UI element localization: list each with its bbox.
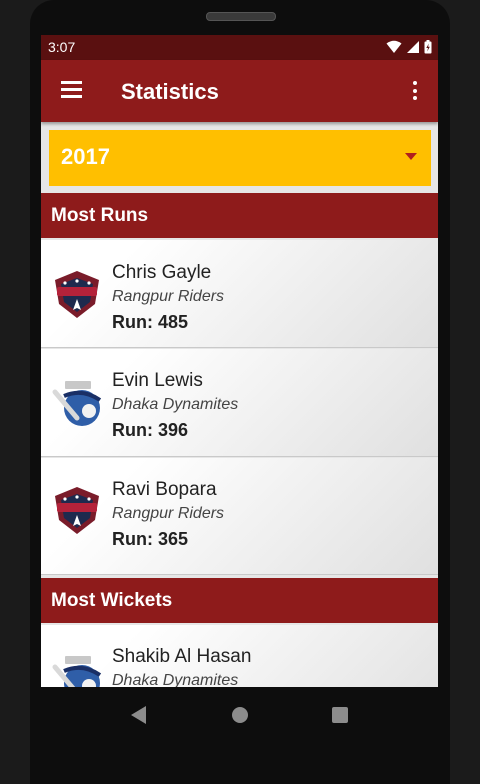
rangpur-riders-logo <box>55 271 99 318</box>
status-time: 3:07 <box>48 39 76 55</box>
back-icon[interactable] <box>131 706 146 724</box>
page-title: Statistics <box>121 79 219 104</box>
year-dropdown[interactable]: 2017 <box>49 130 431 186</box>
player-name: Evin Lewis <box>112 370 203 391</box>
stat-value: Run: 485 <box>112 312 189 332</box>
year-value: 2017 <box>61 144 110 169</box>
dropdown-caret-icon <box>405 153 417 160</box>
section-header-most-runs: Most Runs <box>41 193 438 238</box>
team-name: Dhaka Dynamites <box>112 672 239 687</box>
recents-icon[interactable] <box>332 707 348 723</box>
dhaka-dynamites-logo <box>52 656 102 687</box>
player-name: Ravi Bopara <box>112 479 217 500</box>
home-icon[interactable] <box>232 707 248 723</box>
status-icons <box>386 40 432 54</box>
stat-value: Run: 365 <box>112 529 189 549</box>
list-item[interactable]: Shakib Al Hasan Dhaka Dynamites <box>41 625 438 687</box>
battery-icon <box>424 40 432 54</box>
section-title: Most Wickets <box>51 590 173 611</box>
section-title: Most Runs <box>51 205 149 226</box>
wifi-icon <box>386 40 402 53</box>
team-name: Rangpur Riders <box>112 505 225 522</box>
signal-icon <box>407 41 419 53</box>
list-item[interactable]: Ravi Bopara Rangpur Riders Run: 365 <box>41 458 438 575</box>
dhaka-dynamites-logo <box>52 381 102 426</box>
stat-value: Run: 396 <box>112 420 189 440</box>
list-item[interactable]: Chris Gayle Rangpur Riders Run: 485 <box>41 240 438 348</box>
list-item[interactable]: Evin Lewis Dhaka Dynamites Run: 396 <box>41 349 438 457</box>
team-name: Rangpur Riders <box>112 288 225 305</box>
speaker-grille <box>206 12 276 21</box>
app-bar: Statistics <box>41 60 438 122</box>
team-name: Dhaka Dynamites <box>112 396 239 413</box>
section-header-most-wickets: Most Wickets <box>41 578 438 623</box>
rangpur-riders-logo <box>55 487 99 534</box>
more-vert-icon[interactable] <box>412 81 418 101</box>
status-bar: 3:07 <box>41 35 438 60</box>
app-screen: 3:07 Statistics 2017 Most Runs Chris Gay… <box>41 35 438 687</box>
player-name: Chris Gayle <box>112 262 212 283</box>
player-name: Shakib Al Hasan <box>112 646 252 667</box>
hamburger-menu-icon[interactable] <box>61 81 83 99</box>
